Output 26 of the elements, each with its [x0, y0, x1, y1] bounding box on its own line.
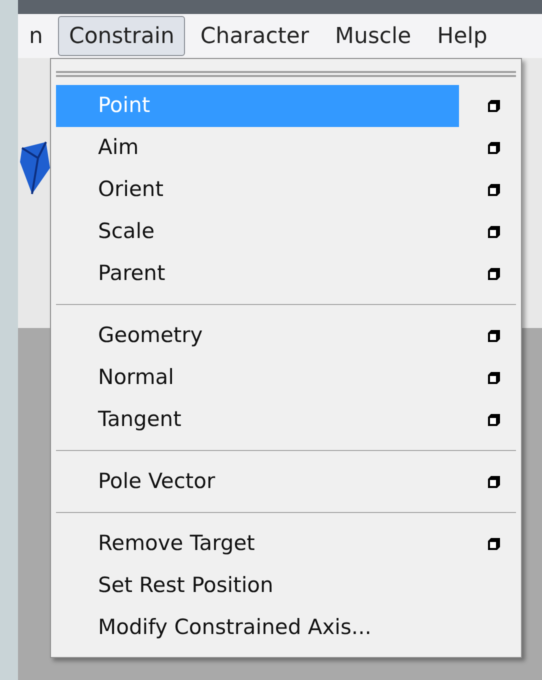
option-box-icon[interactable]	[486, 474, 502, 490]
menu-item[interactable]: Scale	[56, 211, 459, 253]
menu-item[interactable]: Remove Target	[56, 523, 459, 565]
menu-bar-item[interactable]: Character	[189, 16, 320, 56]
menu-bar-item[interactable]: Constrain	[58, 16, 186, 56]
menu-bar-item[interactable]: Muscle	[324, 16, 422, 56]
option-box-icon[interactable]	[486, 224, 502, 240]
menu-bar-item[interactable]: n	[18, 16, 54, 56]
menu-item[interactable]: Set Rest Position	[56, 565, 459, 607]
option-box-icon[interactable]	[486, 266, 502, 282]
option-box-icon[interactable]	[486, 182, 502, 198]
menu-item[interactable]: Orient	[56, 169, 459, 211]
menu-item[interactable]: Tangent	[56, 399, 459, 441]
option-box-icon[interactable]	[486, 328, 502, 344]
menu-item[interactable]: Modify Constrained Axis...	[56, 607, 459, 649]
menu-item[interactable]: Parent	[56, 253, 459, 295]
option-box-icon[interactable]	[486, 140, 502, 156]
menu-item[interactable]: Pole Vector	[56, 461, 459, 503]
option-box-icon[interactable]	[486, 98, 502, 114]
option-box-icon[interactable]	[486, 536, 502, 552]
option-box-icon[interactable]	[486, 370, 502, 386]
option-box-icon[interactable]	[486, 412, 502, 428]
menu-item[interactable]: Aim	[56, 127, 459, 169]
menu-item[interactable]: Geometry	[56, 315, 459, 357]
menu-bar-item[interactable]: Help	[426, 16, 498, 56]
menu-item[interactable]: Normal	[56, 357, 459, 399]
